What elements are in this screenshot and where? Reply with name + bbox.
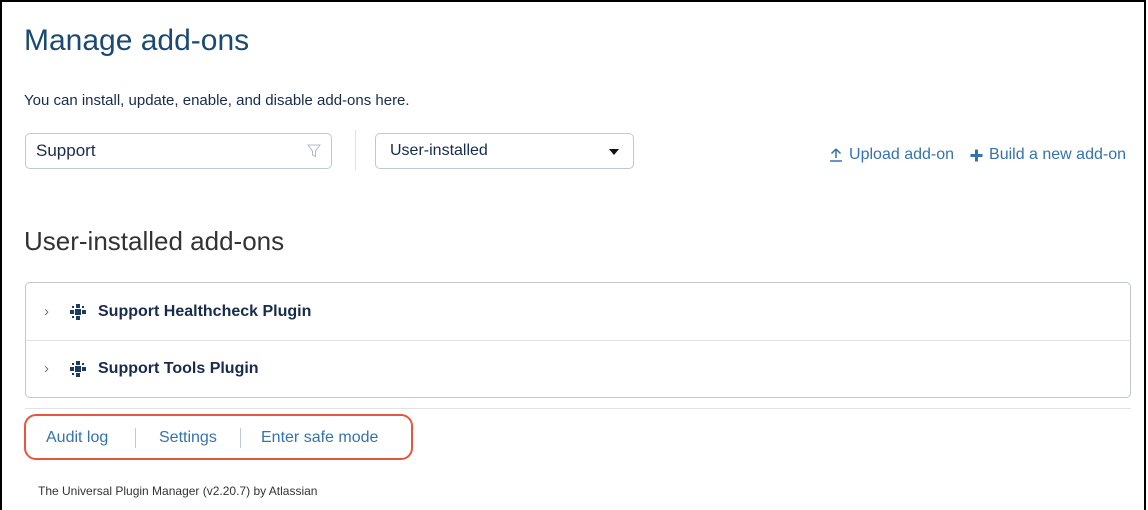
settings-link[interactable]: Settings xyxy=(159,429,217,447)
toolbar-divider xyxy=(355,130,356,170)
plus-icon xyxy=(970,149,983,161)
audit-log-link[interactable]: Audit log xyxy=(46,429,108,447)
addon-type-selected: User-installed xyxy=(390,142,488,159)
build-addon-label: Build a new add-on xyxy=(989,146,1126,163)
link-separator xyxy=(135,428,136,448)
page-description: You can install, update, enable, and dis… xyxy=(24,92,410,109)
upload-addon-label: Upload add-on xyxy=(849,146,955,163)
addon-row[interactable]: › Support Healthcheck Plugin xyxy=(26,283,1130,341)
safe-mode-link[interactable]: Enter safe mode xyxy=(261,429,378,447)
caret-down-icon xyxy=(609,149,619,155)
addon-name[interactable]: Support Healthcheck Plugin xyxy=(98,303,311,321)
footer-links: Audit log Settings Enter safe mode xyxy=(24,414,413,460)
addon-name[interactable]: Support Tools Plugin xyxy=(98,360,259,378)
section-title: User-installed add-ons xyxy=(24,226,285,256)
funnel-icon xyxy=(307,144,321,158)
footer-divider xyxy=(25,408,1131,409)
upm-credit: The Universal Plugin Manager (v2.20.7) b… xyxy=(38,484,318,498)
addon-row[interactable]: › Support Tools Plugin xyxy=(26,340,1130,397)
upload-addon-link[interactable]: Upload add-on xyxy=(829,146,954,164)
chevron-right-icon[interactable]: › xyxy=(44,360,58,377)
build-addon-link[interactable]: Build a new add-on xyxy=(970,146,1126,164)
filter-input[interactable] xyxy=(36,134,296,168)
filter-field[interactable] xyxy=(25,133,332,169)
page-title: Manage add-ons xyxy=(24,24,250,57)
link-separator xyxy=(240,428,241,448)
upload-icon xyxy=(830,148,843,162)
plugin-icon xyxy=(70,360,86,377)
top-actions: Upload add-on Build a new add-on xyxy=(829,146,1126,164)
plugin-icon xyxy=(70,303,86,320)
chevron-right-icon[interactable]: › xyxy=(44,303,58,320)
addon-type-select[interactable]: User-installed xyxy=(375,133,634,169)
addon-list: › Support Healthcheck Plugin › Support T… xyxy=(25,282,1131,398)
